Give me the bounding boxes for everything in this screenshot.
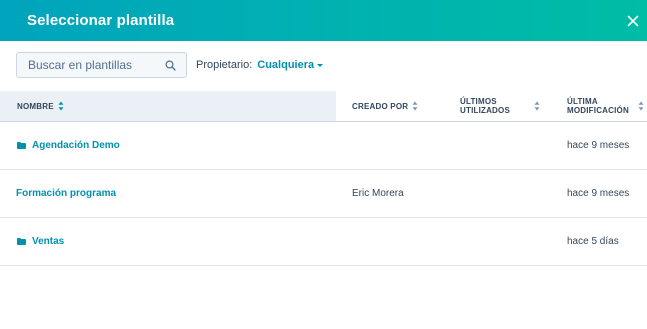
last-modified-cell: hace 9 meses xyxy=(567,140,630,151)
templates-table: NOMBRE CREADO POR ÚLTIMOS UTILIZADOS ÚLT… xyxy=(0,91,647,266)
created-by-cell: Eric Morera xyxy=(352,188,404,199)
column-header-last-modified-label: ÚLTIMA MODIFICACIÓN xyxy=(567,97,629,115)
table-row[interactable]: Formación programa Eric Morera hace 9 me… xyxy=(0,170,647,218)
template-name: Agendación Demo xyxy=(32,140,120,151)
column-header-name[interactable]: NOMBRE xyxy=(17,91,64,121)
template-name: Formación programa xyxy=(16,188,117,199)
table-header: NOMBRE CREADO POR ÚLTIMOS UTILIZADOS ÚLT… xyxy=(0,91,647,122)
column-header-last-used-line-1: ÚLTIMOS xyxy=(460,97,497,106)
caret-down-icon xyxy=(317,63,324,67)
column-header-last-used-line-2: UTILIZADOS xyxy=(460,106,510,115)
last-modified-cell: hace 9 meses xyxy=(567,188,630,199)
last-modified-cell: hace 5 días xyxy=(567,236,619,247)
table-row[interactable]: Ventas hace 5 días xyxy=(0,218,647,266)
column-header-name-label: NOMBRE xyxy=(17,101,54,111)
column-header-last-modified-line-1: ÚLTIMA xyxy=(567,97,598,106)
sort-icon xyxy=(412,101,418,111)
column-header-last-used[interactable]: ÚLTIMOS UTILIZADOS xyxy=(460,91,540,121)
close-icon xyxy=(627,15,639,26)
folder-icon xyxy=(17,238,26,245)
column-header-last-modified[interactable]: ÚLTIMA MODIFICACIÓN xyxy=(567,91,644,121)
template-name: Ventas xyxy=(32,236,65,247)
column-header-last-used-label: ÚLTIMOS UTILIZADOS xyxy=(460,97,510,115)
modal-title: Seleccionar plantilla xyxy=(27,12,175,29)
toolbar: Propietario: Cualquiera xyxy=(16,52,324,78)
table-row[interactable]: Agendación Demo hace 9 meses xyxy=(0,122,647,170)
close-button[interactable] xyxy=(621,9,645,33)
sort-icon xyxy=(534,101,540,111)
owner-filter-label: Propietario: xyxy=(196,59,253,71)
column-header-last-modified-line-2: MODIFICACIÓN xyxy=(567,106,629,115)
column-header-created-by-label: CREADO POR xyxy=(352,101,409,111)
owner-filter-value: Cualquiera xyxy=(257,59,315,71)
template-folder-link[interactable]: Agendación Demo xyxy=(17,140,120,151)
search-box xyxy=(16,52,187,78)
template-link[interactable]: Formación programa xyxy=(16,188,116,199)
template-folder-link[interactable]: Ventas xyxy=(17,236,64,247)
search-input[interactable] xyxy=(28,58,158,72)
owner-filter-dropdown[interactable]: Cualquiera xyxy=(257,59,324,71)
modal-header: Seleccionar plantilla xyxy=(0,0,647,41)
sort-icon xyxy=(638,101,644,111)
column-header-created-by[interactable]: CREADO POR xyxy=(352,91,418,121)
folder-icon xyxy=(17,142,26,149)
search-icon[interactable] xyxy=(165,59,176,71)
sort-icon xyxy=(58,101,64,111)
